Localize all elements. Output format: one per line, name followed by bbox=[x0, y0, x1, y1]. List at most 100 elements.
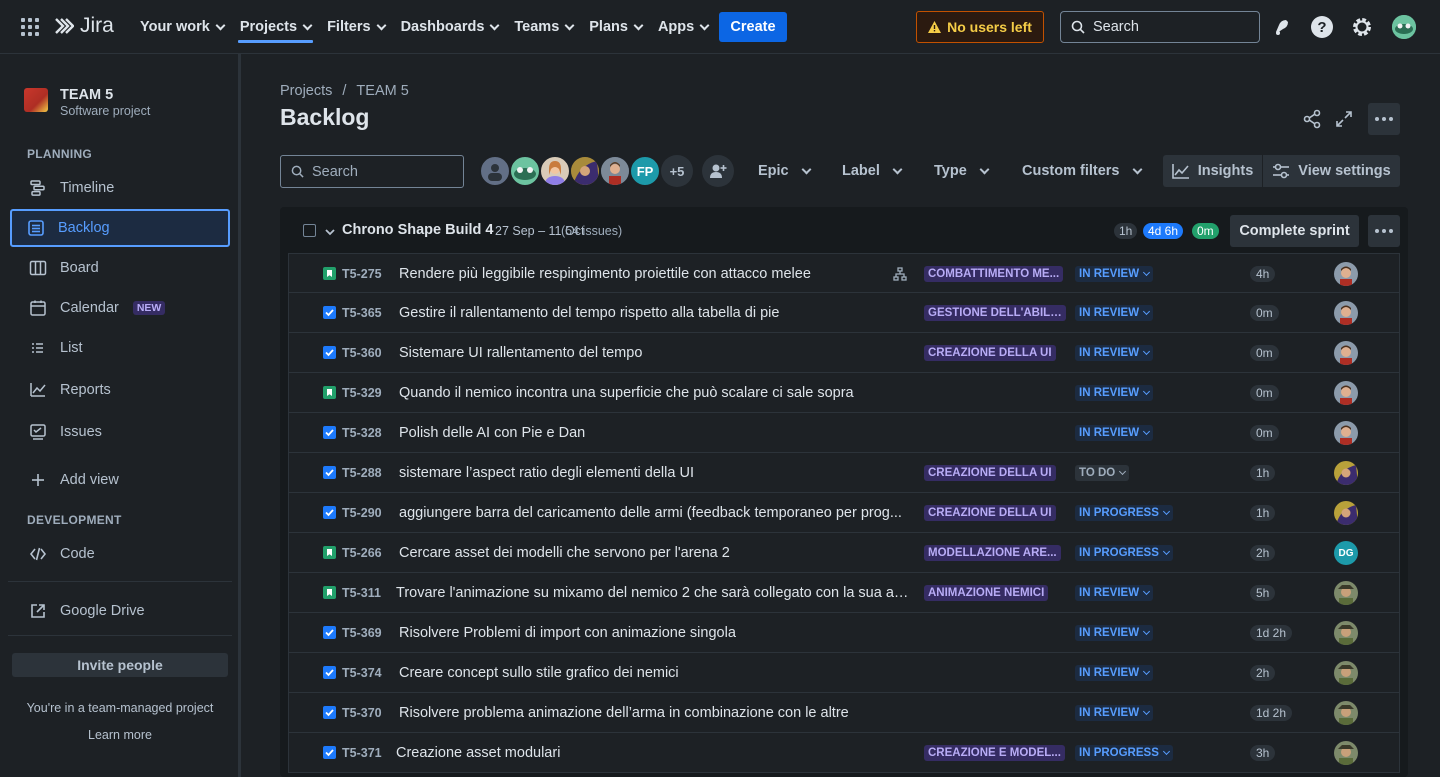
issue-key[interactable]: T5-288 bbox=[342, 466, 382, 480]
assignee-avatar[interactable] bbox=[1334, 501, 1358, 525]
sidebar-item-list[interactable]: List bbox=[12, 330, 228, 366]
user-avatar[interactable] bbox=[1392, 15, 1416, 39]
assignee-avatar[interactable] bbox=[1334, 621, 1358, 645]
nav-filters[interactable]: Filters bbox=[319, 0, 393, 54]
issue-summary[interactable]: Quando il nemico incontra una superficie… bbox=[399, 385, 854, 401]
assignee-avatar[interactable] bbox=[1334, 461, 1358, 485]
issue-row[interactable]: T5-328 Polish delle AI con Pie e Dan IN RE… bbox=[288, 413, 1400, 453]
epic-lozenge[interactable]: COMBATTIMENTO ME... bbox=[924, 266, 1064, 282]
issue-summary[interactable]: Rendere più leggibile respingimento proi… bbox=[399, 266, 811, 282]
sidebar-item-reports[interactable]: Reports bbox=[12, 372, 228, 408]
assignee-avatar[interactable] bbox=[1334, 421, 1358, 445]
complete-sprint-button[interactable]: Complete sprint bbox=[1230, 215, 1359, 247]
sidebar-item-calendar[interactable]: Calendar NEW bbox=[12, 290, 228, 326]
issue-summary[interactable]: Polish delle AI con Pie e Dan bbox=[399, 425, 585, 441]
settings-icon[interactable] bbox=[1350, 15, 1374, 39]
assignee-avatar[interactable] bbox=[1334, 741, 1358, 765]
status-dropdown[interactable]: IN REVIEW bbox=[1075, 705, 1154, 721]
nav-your-work[interactable]: Your work bbox=[132, 0, 232, 54]
project-name[interactable]: TEAM 5 bbox=[60, 87, 113, 103]
status-dropdown[interactable]: IN PROGRESS bbox=[1075, 745, 1173, 761]
sidebar-item-google-drive[interactable]: Google Drive bbox=[12, 593, 228, 629]
issue-row[interactable]: T5-275 Rendere più leggibile respingiment… bbox=[288, 253, 1400, 293]
issue-row[interactable]: T5-365 Gestire il rallentamento del tempo… bbox=[288, 293, 1400, 333]
global-search-input[interactable]: Search bbox=[1060, 11, 1260, 43]
nav-apps[interactable]: Apps bbox=[650, 0, 716, 54]
status-dropdown[interactable]: IN REVIEW bbox=[1075, 345, 1154, 361]
issue-row[interactable]: T5-266 Cercare asset dei modelli che serv… bbox=[288, 533, 1400, 573]
issue-summary[interactable]: Risolvere problema animazione dell’arma … bbox=[399, 705, 849, 721]
status-dropdown[interactable]: IN PROGRESS bbox=[1075, 505, 1173, 521]
type-filter-dropdown[interactable]: Type bbox=[934, 156, 990, 186]
sidebar-resize-handle[interactable] bbox=[238, 54, 241, 777]
issue-summary[interactable]: Creazione asset modulari bbox=[396, 745, 560, 761]
avatar-user[interactable] bbox=[509, 155, 541, 187]
invite-people-button[interactable]: Invite people bbox=[12, 653, 228, 677]
status-dropdown[interactable]: IN REVIEW bbox=[1075, 665, 1154, 681]
avatar-unassigned[interactable] bbox=[479, 155, 511, 187]
fullscreen-icon[interactable] bbox=[1332, 107, 1356, 131]
help-icon[interactable]: ? bbox=[1310, 15, 1334, 39]
jira-logo[interactable]: Jira bbox=[52, 14, 114, 38]
insights-button[interactable]: Insights bbox=[1163, 155, 1262, 187]
issue-summary[interactable]: Cercare asset dei modelli che servono pe… bbox=[399, 545, 730, 561]
issue-row[interactable]: T5-360 Sistemare UI rallentamento del tem… bbox=[288, 333, 1400, 373]
sidebar-item-code[interactable]: Code bbox=[12, 536, 228, 572]
no-users-left-button[interactable]: No users left bbox=[916, 11, 1044, 43]
issue-key[interactable]: T5-365 bbox=[342, 306, 382, 320]
breadcrumb-projects[interactable]: Projects bbox=[280, 83, 332, 99]
issue-key[interactable]: T5-374 bbox=[342, 666, 382, 680]
status-dropdown[interactable]: IN REVIEW bbox=[1075, 385, 1154, 401]
collapse-sprint-icon[interactable] bbox=[325, 224, 335, 240]
status-dropdown[interactable]: IN REVIEW bbox=[1075, 305, 1154, 321]
issue-key[interactable]: T5-360 bbox=[342, 346, 382, 360]
assignee-avatar[interactable]: DG bbox=[1334, 541, 1358, 565]
issue-key[interactable]: T5-266 bbox=[342, 546, 382, 560]
nav-dashboards[interactable]: Dashboards bbox=[393, 0, 507, 54]
issue-row[interactable]: T5-374 Creare concept sullo stile grafico… bbox=[288, 653, 1400, 693]
sprint-select-checkbox[interactable] bbox=[303, 224, 316, 237]
backlog-search-input[interactable]: Search bbox=[280, 155, 464, 188]
issue-row[interactable]: T5-371 Creazione asset modulari CREAZIONE … bbox=[288, 733, 1400, 773]
sidebar-item-backlog[interactable]: Backlog bbox=[10, 209, 230, 247]
avatar-user[interactable] bbox=[539, 155, 571, 187]
custom-filters-dropdown[interactable]: Custom filters bbox=[1022, 156, 1142, 186]
assignee-avatar[interactable] bbox=[1334, 661, 1358, 685]
epic-lozenge[interactable]: MODELLAZIONE ARE... bbox=[924, 545, 1061, 561]
assignee-avatar[interactable] bbox=[1334, 581, 1358, 605]
more-actions-button[interactable] bbox=[1368, 103, 1400, 135]
issue-key[interactable]: T5-329 bbox=[342, 386, 382, 400]
epic-lozenge[interactable]: CREAZIONE DELLA UI bbox=[924, 505, 1056, 521]
sidebar-item-timeline[interactable]: Timeline bbox=[12, 170, 228, 206]
epic-lozenge[interactable]: CREAZIONE DELLA UI bbox=[924, 345, 1056, 361]
issue-key[interactable]: T5-369 bbox=[342, 626, 382, 640]
issue-summary[interactable]: aggiungere barra del caricamento delle a… bbox=[399, 505, 902, 521]
epic-lozenge[interactable]: CREAZIONE DELLA UI bbox=[924, 465, 1056, 481]
status-dropdown[interactable]: IN REVIEW bbox=[1075, 425, 1154, 441]
issue-summary[interactable]: sistemare l’aspect ratio degli elementi … bbox=[399, 465, 694, 481]
issue-key[interactable]: T5-370 bbox=[342, 706, 382, 720]
issue-row[interactable]: T5-290 aggiungere barra del caricamento d… bbox=[288, 493, 1400, 533]
label-filter-dropdown[interactable]: Label bbox=[842, 156, 903, 186]
epic-lozenge[interactable]: ANIMAZIONE NEMICI bbox=[924, 585, 1049, 601]
issue-key[interactable]: T5-311 bbox=[342, 586, 381, 600]
sprint-more-actions-button[interactable] bbox=[1368, 215, 1400, 247]
issue-row[interactable]: T5-311 Trovare l'animazione su mixamo del… bbox=[288, 573, 1400, 613]
issue-row[interactable]: T5-288 sistemare l’aspect ratio degli ele… bbox=[288, 453, 1400, 493]
issue-row[interactable]: T5-370 Risolvere problema animazione dell… bbox=[288, 693, 1400, 733]
breadcrumb-project[interactable]: TEAM 5 bbox=[356, 83, 408, 99]
issue-key[interactable]: T5-275 bbox=[342, 267, 382, 281]
status-dropdown[interactable]: TO DO bbox=[1075, 465, 1130, 481]
assignee-avatar[interactable] bbox=[1334, 701, 1358, 725]
issue-summary[interactable]: Trovare l'animazione su mixamo del nemic… bbox=[396, 585, 909, 601]
status-dropdown[interactable]: IN REVIEW bbox=[1075, 266, 1154, 282]
nav-teams[interactable]: Teams bbox=[506, 0, 581, 54]
learn-more-link[interactable]: Learn more bbox=[0, 728, 240, 742]
epic-lozenge[interactable]: CREAZIONE E MODEL... bbox=[924, 745, 1065, 761]
sidebar-item-add-view[interactable]: Add view bbox=[12, 462, 228, 498]
assignee-avatar[interactable] bbox=[1334, 301, 1358, 325]
create-button[interactable]: Create bbox=[719, 12, 787, 42]
status-dropdown[interactable]: IN PROGRESS bbox=[1075, 545, 1173, 561]
issue-summary[interactable]: Risolvere Problemi di import con animazi… bbox=[399, 625, 736, 641]
issue-row[interactable]: T5-329 Quando il nemico incontra una supe… bbox=[288, 373, 1400, 413]
